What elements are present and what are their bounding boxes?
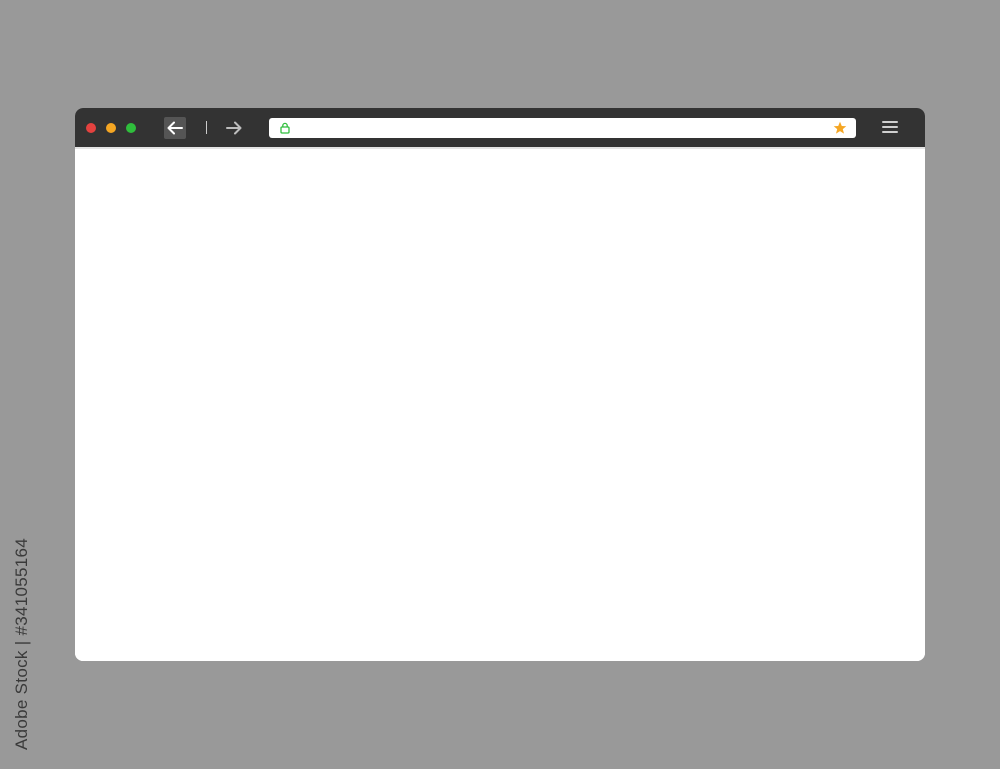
star-icon[interactable] — [833, 121, 847, 135]
toolbar-bottom-edge — [75, 147, 925, 149]
arrow-left-icon — [167, 121, 183, 135]
back-button[interactable] — [164, 117, 186, 139]
arrow-right-icon — [226, 121, 242, 135]
stock-id-watermark: Adobe Stock | #341055164 — [2, 534, 42, 754]
page-content — [75, 147, 925, 661]
hamburger-menu-icon[interactable] — [881, 120, 899, 135]
url-input[interactable] — [295, 120, 825, 136]
minimize-window-button[interactable] — [106, 123, 116, 133]
browser-window — [75, 108, 925, 661]
lock-icon — [280, 122, 290, 134]
browser-toolbar — [75, 108, 925, 147]
menu-line — [882, 121, 898, 123]
stock-id-text: Adobe Stock | #341055164 — [12, 537, 32, 751]
menu-line — [882, 126, 898, 128]
maximize-window-button[interactable] — [126, 123, 136, 133]
close-window-button[interactable] — [86, 123, 96, 133]
forward-button[interactable] — [223, 117, 245, 139]
menu-line — [882, 131, 898, 133]
nav-separator — [206, 121, 207, 134]
address-bar[interactable] — [269, 118, 856, 138]
